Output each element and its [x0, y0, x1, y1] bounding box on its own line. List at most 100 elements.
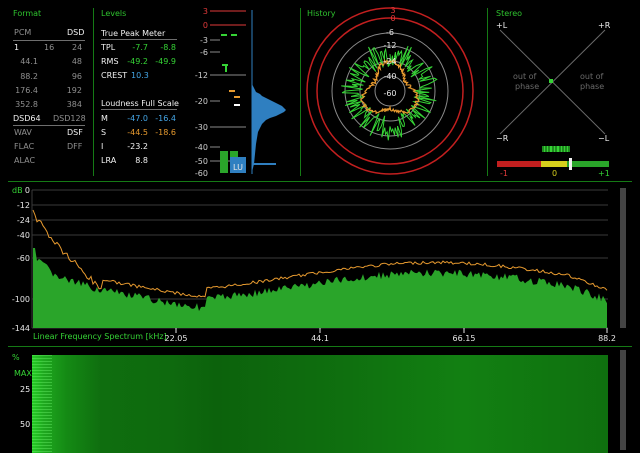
- spectrogram-low-freq-band: [32, 355, 52, 453]
- crest-value: 10.3: [131, 71, 149, 80]
- format-rate-352: 352.8: [15, 100, 38, 109]
- left-level-bar: [220, 151, 228, 173]
- format-rate-176: 176.4: [15, 86, 38, 95]
- scale-label-minus12: -12: [195, 71, 208, 80]
- correlation-negative: [497, 161, 541, 167]
- dsd-label: DSD: [67, 28, 85, 37]
- history-ring-label-minus12: -12: [383, 41, 396, 50]
- dsd64-label: DSD64: [13, 114, 41, 123]
- history-ring-label-minus6: -6: [386, 28, 394, 37]
- loudness-title: Loudness Full Scale: [101, 99, 179, 108]
- spectrum-fill: [33, 248, 607, 328]
- left-peak-hold: [221, 34, 227, 36]
- correlation-positive: [567, 161, 609, 167]
- out-of-phase-left: out of phase: [513, 72, 539, 91]
- correlation-neutral: [541, 161, 567, 167]
- spectrum-separator: [8, 346, 632, 347]
- history-separator: [487, 8, 488, 176]
- scale-label-3: 3: [203, 7, 208, 16]
- spectrum-y-tick-minus12: -12: [17, 201, 30, 210]
- spectrogram-tick-max: MAX: [14, 369, 32, 378]
- tpl-left-value: -7.7: [132, 43, 148, 52]
- spectrogram-scrollbar[interactable]: [620, 350, 626, 450]
- format-rate-192: 192: [66, 86, 82, 95]
- format-rate-384: 384: [66, 100, 82, 109]
- tpl-label: TPL: [101, 43, 116, 52]
- loudness-i-marker: [234, 104, 240, 106]
- lra-value: 8.8: [135, 156, 148, 165]
- true-peak-divider: [101, 39, 177, 40]
- rms-label: RMS: [101, 57, 119, 66]
- scale-label-minus3: -3: [200, 36, 208, 45]
- stereo-minus-r: −R: [496, 134, 509, 143]
- spectrum-unit-label: dB: [12, 186, 23, 195]
- correlation-label-minus1: -1: [500, 169, 508, 178]
- correlation-indicator: [569, 158, 572, 170]
- history-radar: 3 0 -6 -12 -24 -40 -60: [306, 6, 474, 175]
- spectrogram-tick-50: 50: [20, 420, 31, 429]
- spectrum-x-tick-88: 88.2: [598, 334, 616, 343]
- container-wav: WAV: [14, 128, 32, 137]
- pcm-label: PCM: [14, 28, 32, 37]
- spectrogram-tick-25: 25: [20, 385, 31, 394]
- format-rate-48: 48: [71, 57, 82, 66]
- container-flac: FLAC: [14, 142, 35, 151]
- stereo-plus-l: +L: [496, 21, 508, 30]
- loudness-s-marker: [234, 96, 240, 98]
- format-rate-1: 1: [14, 43, 20, 52]
- format-rate-88: 88.2: [20, 72, 38, 81]
- spectrum-caption: Linear Frequency Spectrum [kHz]: [33, 332, 167, 341]
- top-bottom-separator: [8, 181, 632, 182]
- scale-label-minus6: -6: [200, 48, 208, 57]
- scale-label-minus20: -20: [195, 97, 208, 106]
- m-peak-value: -16.4: [155, 114, 176, 123]
- spectrum-y-tick-minus24: -24: [17, 216, 30, 225]
- spectrum-y-tick-0: 0: [25, 186, 30, 195]
- spectrum-y-tick-minus100: -100: [12, 295, 30, 304]
- container-alac: ALAC: [14, 156, 36, 165]
- true-peak-title: True Peak Meter: [101, 29, 166, 38]
- out-of-phase-right: out of phase: [580, 72, 604, 91]
- spectrum-y-tick-minus144: -144: [12, 324, 30, 333]
- stereo-center-dot: [549, 79, 553, 83]
- rms-left-value: -49.2: [127, 57, 148, 66]
- s-peak-value: -18.6: [155, 128, 176, 137]
- scale-label-0: 0: [203, 21, 208, 30]
- spectrum-scrollbar[interactable]: [620, 188, 626, 328]
- lu-label: LU: [233, 163, 243, 172]
- tpl-right-value: -8.8: [160, 43, 176, 52]
- m-value: -47.0: [127, 114, 148, 123]
- format-separator: [93, 8, 94, 176]
- history-ring-label-minus40: -40: [383, 72, 396, 81]
- history-ring-label-minus24: -24: [383, 57, 396, 66]
- correlation-label-0: 0: [552, 169, 557, 178]
- container-dff: DFF: [67, 142, 83, 151]
- spectrum-y-tick-minus60: -60: [17, 254, 30, 263]
- scale-label-minus50: -50: [195, 157, 208, 166]
- scale-label-minus30: -30: [195, 123, 208, 132]
- frequency-spectrum: dB 0 -12 -24 -40 -60 -100 -144 Linear Fr…: [12, 186, 626, 343]
- lra-label: LRA: [101, 156, 117, 165]
- history-ring-label-0: 0: [390, 14, 395, 23]
- crest-label: CREST: [101, 71, 128, 80]
- rms-right-value: -49.9: [155, 57, 176, 66]
- format-rate-16: 16: [44, 43, 55, 52]
- format-rate-96: 96: [71, 72, 82, 81]
- right-peak-hold: [231, 34, 237, 36]
- loudness-m-marker: [229, 90, 235, 92]
- correlation-label-plus1: +1: [598, 169, 610, 178]
- dsd128-label: DSD128: [53, 114, 86, 123]
- format-divider-2: [13, 125, 85, 126]
- scale-label-minus60: -60: [195, 169, 208, 178]
- container-dsf: DSF: [67, 128, 83, 137]
- spectrogram: [32, 355, 608, 453]
- spectrum-x-tick-44: 44.1: [311, 334, 329, 343]
- scale-label-minus40: -40: [195, 143, 208, 152]
- spectrum-x-tick-22: 22.05: [165, 334, 188, 343]
- stereo-minus-l: −L: [598, 134, 610, 143]
- level-meter: 3 0 -3 -6 -12 -20 -30 -40 -50 -60 LU: [195, 7, 286, 178]
- loudness-histogram: [252, 84, 286, 172]
- stereo-plus-r: +R: [598, 21, 611, 30]
- format-title: Format: [13, 9, 42, 18]
- history-ring-label-minus60: -60: [383, 89, 396, 98]
